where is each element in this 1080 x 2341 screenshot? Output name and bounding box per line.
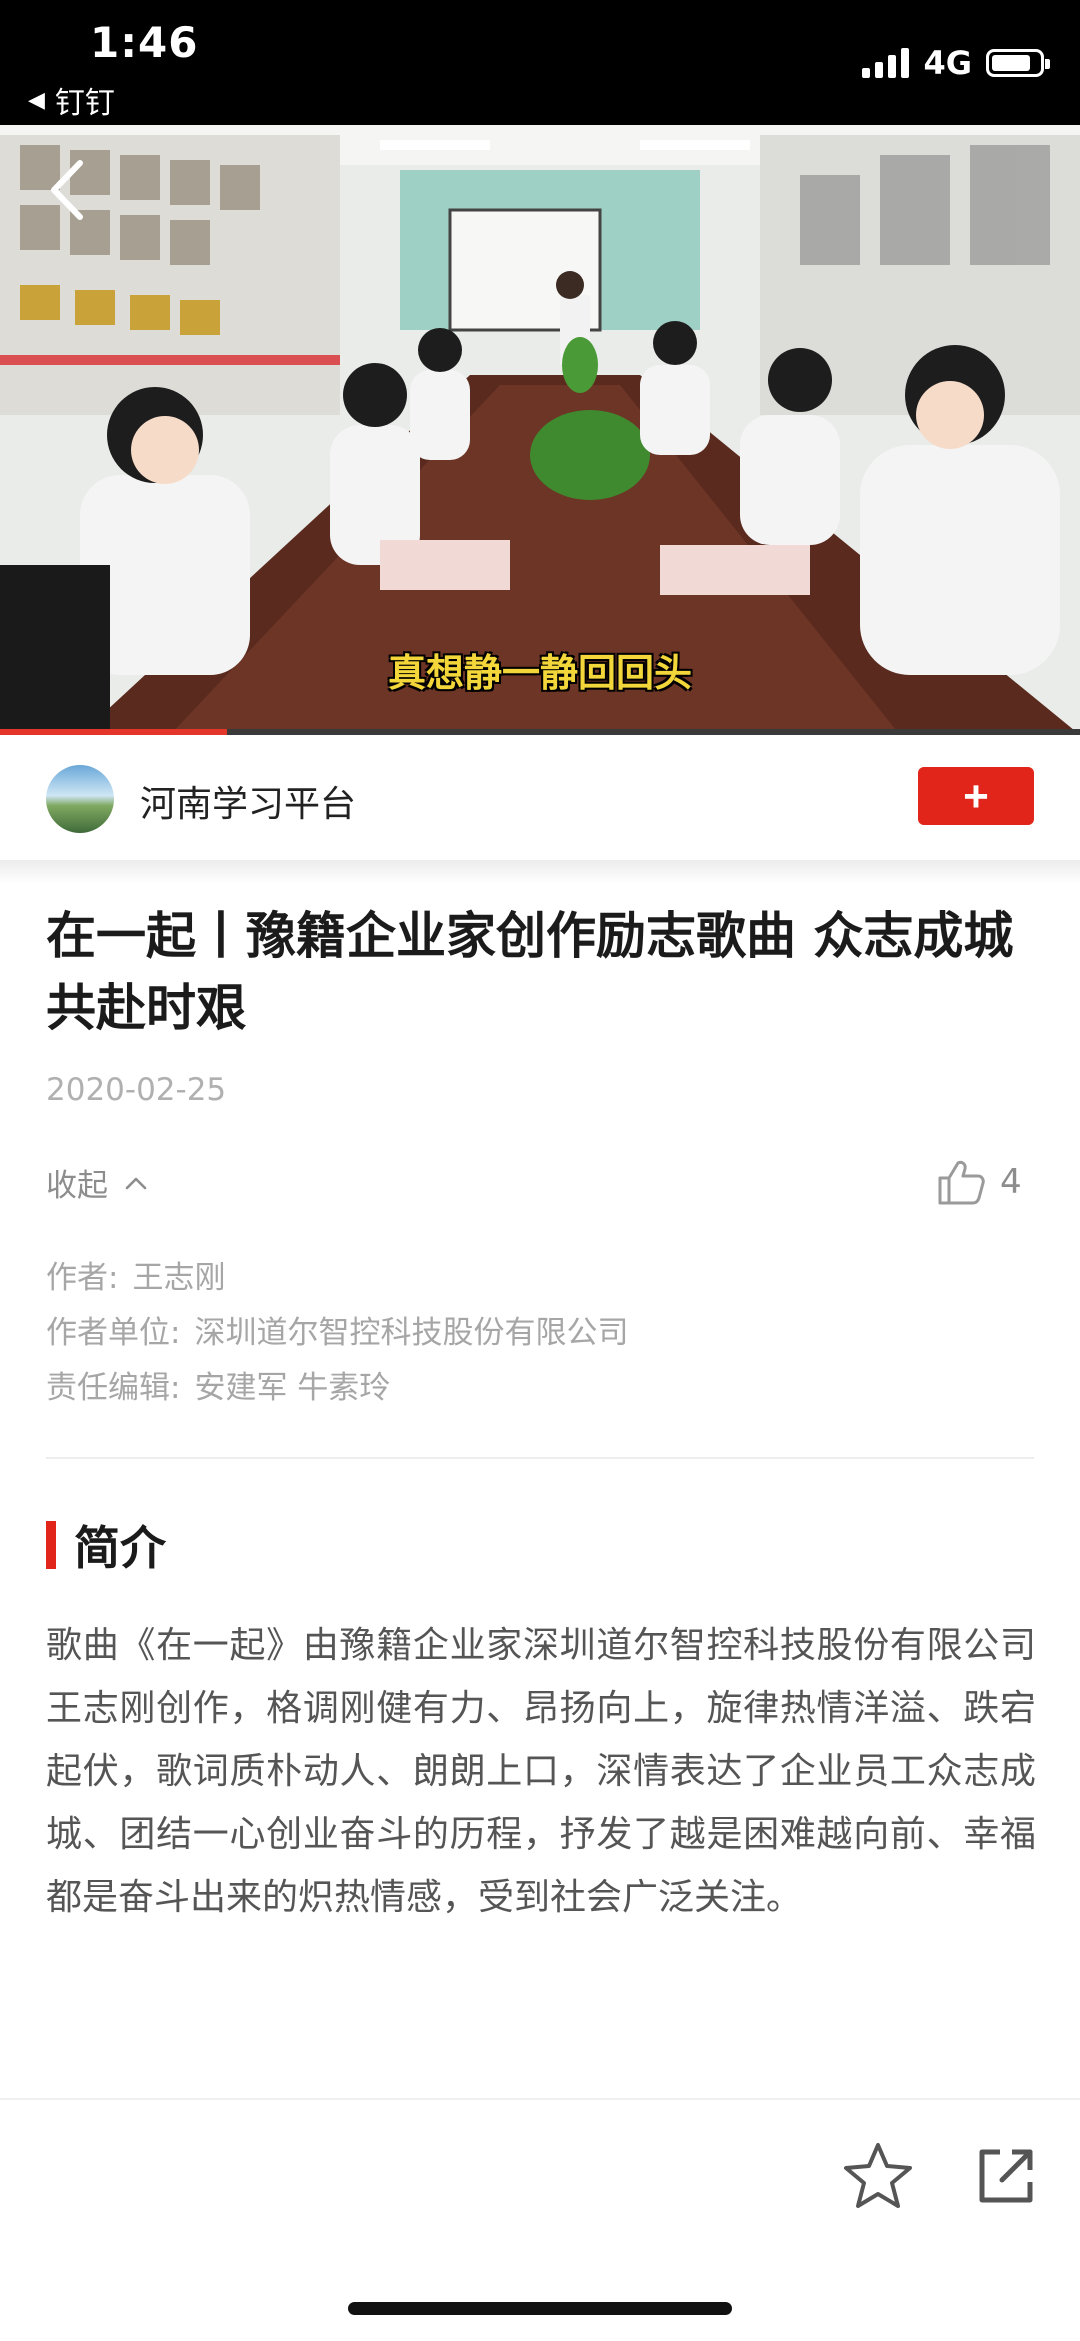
back-to-app-link[interactable]: ◀ 钉钉 bbox=[28, 78, 115, 122]
meta-author-label: 作者: bbox=[46, 1260, 119, 1296]
back-triangle-icon: ◀ bbox=[28, 87, 45, 113]
status-time: 1:46 bbox=[90, 18, 199, 67]
status-bar: 1:46 ◀ 钉钉 4G bbox=[0, 0, 1080, 125]
collapse-toggle[interactable]: 收起 bbox=[46, 1160, 148, 1205]
network-type: 4G bbox=[923, 44, 972, 82]
home-indicator bbox=[348, 2302, 732, 2315]
section-title: 简介 bbox=[74, 1521, 166, 1575]
article-body: 歌曲《在一起》由豫籍企业家深圳道尔智控科技股份有限公司王志刚创作，格调刚健有力、… bbox=[46, 1625, 1036, 1918]
follow-button[interactable]: + bbox=[918, 767, 1034, 825]
video-player[interactable]: 真想静一静回回头 bbox=[0, 125, 1080, 735]
source-name[interactable]: 河南学习平台 bbox=[140, 775, 356, 827]
meta-organization-label: 作者单位: bbox=[46, 1315, 181, 1351]
share-icon[interactable] bbox=[974, 2144, 1038, 2208]
collapse-label: 收起 bbox=[46, 1168, 108, 1204]
source-avatar[interactable] bbox=[46, 765, 114, 833]
signal-icon bbox=[862, 48, 910, 78]
thumbs-up-icon bbox=[938, 1160, 985, 1205]
meta-editor-value: 安建军 牛素玲 bbox=[194, 1370, 391, 1406]
battery-icon bbox=[986, 49, 1050, 77]
meta-author-value: 王志刚 bbox=[132, 1260, 226, 1296]
status-indicators: 4G bbox=[862, 44, 1050, 82]
article-title: 在一起丨豫籍企业家创作励志歌曲 众志成城 共赴时艰 bbox=[46, 906, 1014, 1037]
meta-organization-value: 深圳道尔智控科技股份有限公司 bbox=[194, 1315, 629, 1351]
meta-editor-label: 责任编辑: bbox=[46, 1370, 181, 1406]
source-row: 河南学习平台 + bbox=[0, 735, 1080, 860]
like-count: 4 bbox=[1000, 1162, 1022, 1202]
back-icon[interactable] bbox=[42, 155, 94, 225]
content-divider bbox=[46, 1457, 1034, 1459]
section-divider bbox=[0, 860, 1080, 884]
video-subtitle: 真想静一静回回头 bbox=[387, 651, 692, 695]
section-accent-bar bbox=[46, 1521, 56, 1569]
section-heading: 简介 bbox=[46, 1512, 166, 1578]
meta-editor: 责任编辑: 安建军 牛素玲 bbox=[46, 1362, 390, 1407]
like-button[interactable]: 4 bbox=[936, 1158, 1022, 1206]
star-icon[interactable] bbox=[842, 2140, 914, 2212]
chevron-up-icon bbox=[125, 1177, 147, 1189]
back-app-label: 钉钉 bbox=[54, 86, 115, 121]
meta-author: 作者: 王志刚 bbox=[46, 1252, 225, 1297]
meta-organization: 作者单位: 深圳道尔智控科技股份有限公司 bbox=[46, 1307, 628, 1352]
article-date: 2020-02-25 bbox=[46, 1072, 227, 1108]
